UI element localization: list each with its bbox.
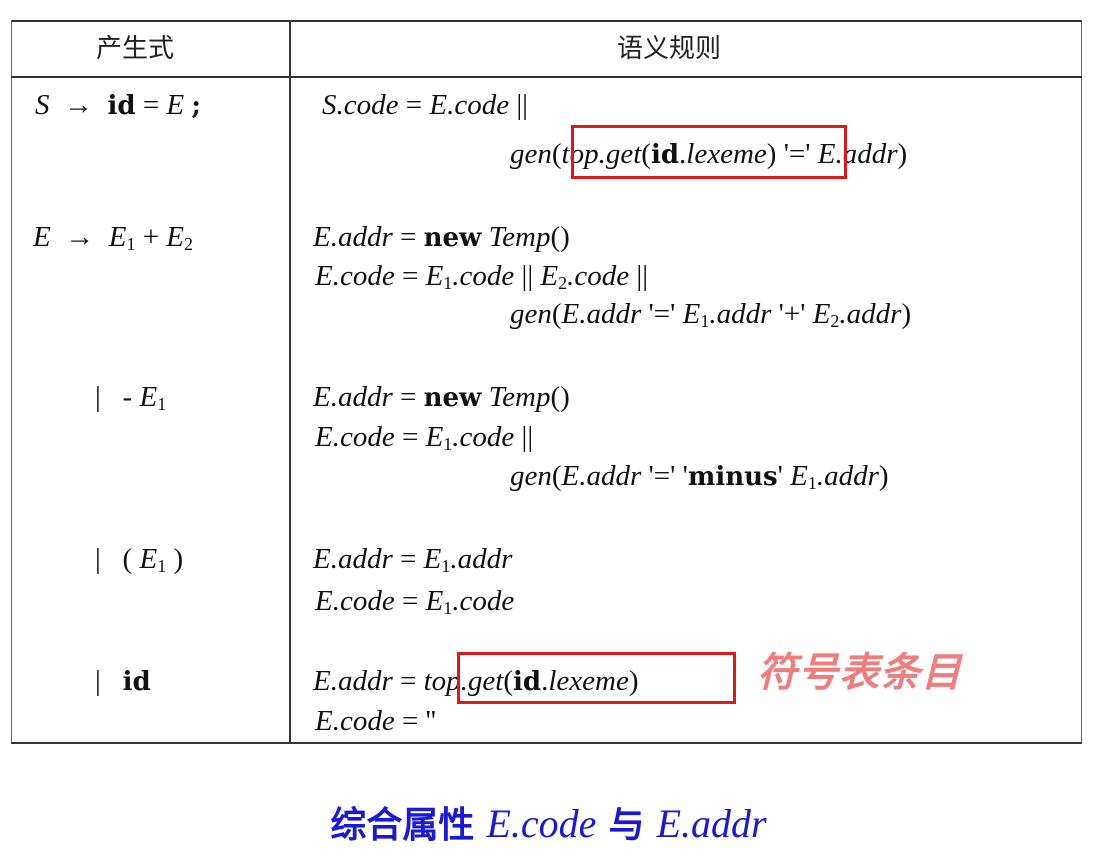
rule-row-2-line-1: E.addr = new Temp() xyxy=(313,221,570,253)
rule-row-3-line-2: E.code = E1.code || xyxy=(315,421,534,454)
rule-row-5-line-2: E.code = '' xyxy=(315,705,437,737)
rule-row-2-line-3: gen(E.addr '=' E1.addr '+' E2.addr) xyxy=(510,298,912,331)
rule-row-1-line-1: S.code = E.code || xyxy=(322,89,528,121)
production-row-3: | - E1 xyxy=(95,381,167,414)
caption-attr-code: E.code xyxy=(486,801,597,846)
rule-row-4-line-1: E.addr = E1.addr xyxy=(313,543,513,576)
production-row-4: | ( E1 ) xyxy=(95,543,184,576)
rule-row-3-line-3: gen(E.addr '=' 'minus' E1.addr) xyxy=(510,460,889,493)
rule-row-2-line-2: E.code = E1.code || E2.code || xyxy=(315,260,649,293)
caption-label: 综合属性 xyxy=(330,805,475,846)
production-row-1: S → id = E ; xyxy=(35,89,201,121)
production-row-5: | id xyxy=(95,665,151,697)
production-header: 产生式 xyxy=(96,34,175,64)
rule-row-3-line-1: E.addr = new Temp() xyxy=(313,381,570,413)
column-divider xyxy=(289,20,291,744)
rule-row-4-line-2: E.code = E1.code xyxy=(315,585,515,618)
production-row-2: E → E1 + E2 xyxy=(33,221,194,254)
symbol-table-highlight-box xyxy=(457,652,736,704)
caption-conjunction: 与 xyxy=(608,805,645,846)
symbol-table-highlight-box xyxy=(571,125,847,179)
semantic-rules-header: 语义规则 xyxy=(617,34,722,64)
symbol-table-annotation: 符号表条目 xyxy=(757,650,962,696)
header-divider xyxy=(11,76,1082,78)
caption-attr-addr: E.addr xyxy=(656,801,767,846)
caption: 综合属性 E.code 与 E.addr xyxy=(0,796,1097,848)
